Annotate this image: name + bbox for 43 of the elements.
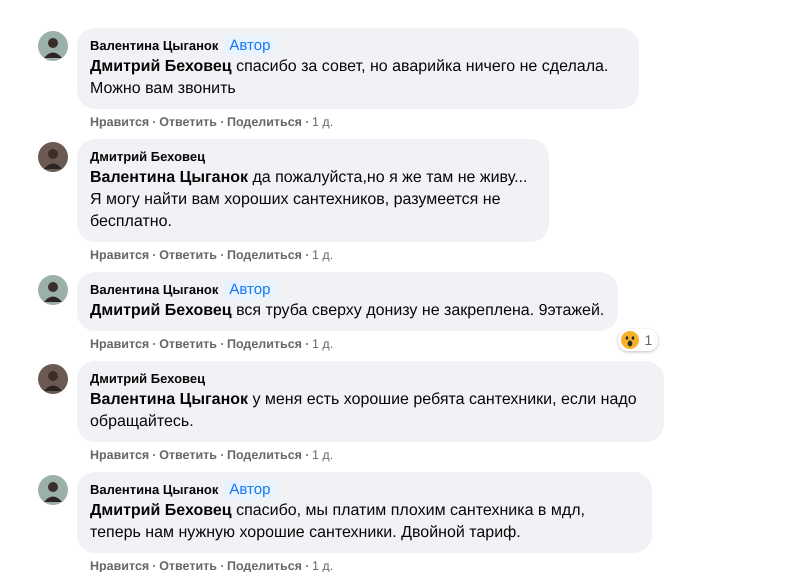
mention-link[interactable]: Валентина Цыганок xyxy=(90,391,248,408)
comment-time[interactable]: 1 д. xyxy=(312,337,334,351)
comment-time[interactable]: 1 д. xyxy=(312,248,334,262)
avatar[interactable] xyxy=(38,275,68,305)
author-badge: Автор xyxy=(224,280,276,298)
comment-text: Дмитрий Беховец спасибо, мы платим плохим сантехника в мдл, теперь нам нужную хорошие сантехники. Двойной тариф. xyxy=(90,501,586,543)
author-name[interactable]: Дмитрий Беховец xyxy=(90,148,206,164)
comment-action-link[interactable]: Поделиться xyxy=(226,115,302,129)
comment-action-link[interactable]: Ответить xyxy=(159,115,217,129)
author-name[interactable]: Валентина Цыганок xyxy=(90,38,218,52)
mention-link[interactable]: Дмитрий Беховец xyxy=(90,302,232,319)
reaction-number: 1 xyxy=(644,332,652,348)
avatar[interactable] xyxy=(38,142,68,172)
comment-action-link[interactable]: Нравится xyxy=(90,248,150,262)
comment-action-link[interactable]: Поделиться xyxy=(226,248,302,262)
author-badge: Автор xyxy=(224,36,276,54)
comment-action-link[interactable]: Ответить xyxy=(159,248,217,262)
author-name[interactable]: Дмитрий Беховец xyxy=(90,370,206,386)
mention-link[interactable]: Дмитрий Беховец xyxy=(90,502,232,519)
comment-action-link[interactable]: Поделиться xyxy=(226,337,302,351)
comment-action-link[interactable]: Ответить xyxy=(159,559,217,572)
comment-action-link[interactable]: Ответить xyxy=(159,337,217,351)
avatar[interactable] xyxy=(38,475,68,505)
mention-link[interactable]: Дмитрий Беховец xyxy=(90,58,232,75)
author-badge: Автор xyxy=(224,480,276,498)
reaction-count[interactable]: 1 xyxy=(618,329,658,351)
comment-action-link[interactable]: Нравится xyxy=(90,448,150,462)
comment-time[interactable]: 1 д. xyxy=(312,115,334,129)
surprised-face-icon xyxy=(620,331,639,349)
comment-text: Дмитрий Беховец вся труба сверху донизу не закреплена. 9этажей. xyxy=(90,301,604,321)
comment-text: Валентина Цыганок у меня есть хорошие ребята сантехники, если надо обращайтесь. xyxy=(90,390,638,432)
author-name[interactable]: Валентина Цыганок xyxy=(90,482,218,496)
avatar[interactable] xyxy=(38,31,68,61)
comment-action-link[interactable]: Поделиться xyxy=(226,448,302,462)
comment-text: Валентина Цыганок да пожалуйста,но я же там не живу... Я могу найти вам хороших сантехников, разумеется не бесплатно. xyxy=(90,168,528,232)
comment-action-link[interactable]: Нравится xyxy=(90,115,150,129)
avatar[interactable] xyxy=(38,364,68,394)
comment-action-link[interactable]: Нравится xyxy=(90,337,150,351)
comment-action-link[interactable]: Ответить xyxy=(159,448,217,462)
author-name[interactable]: Валентина Цыганок xyxy=(90,282,218,296)
comment-time[interactable]: 1 д. xyxy=(312,448,334,462)
mention-link[interactable]: Валентина Цыганок xyxy=(90,169,248,186)
comment-text: Дмитрий Беховец спасибо за совет, но аварийка ничего не сделала. Можно вам звонить xyxy=(90,57,610,99)
